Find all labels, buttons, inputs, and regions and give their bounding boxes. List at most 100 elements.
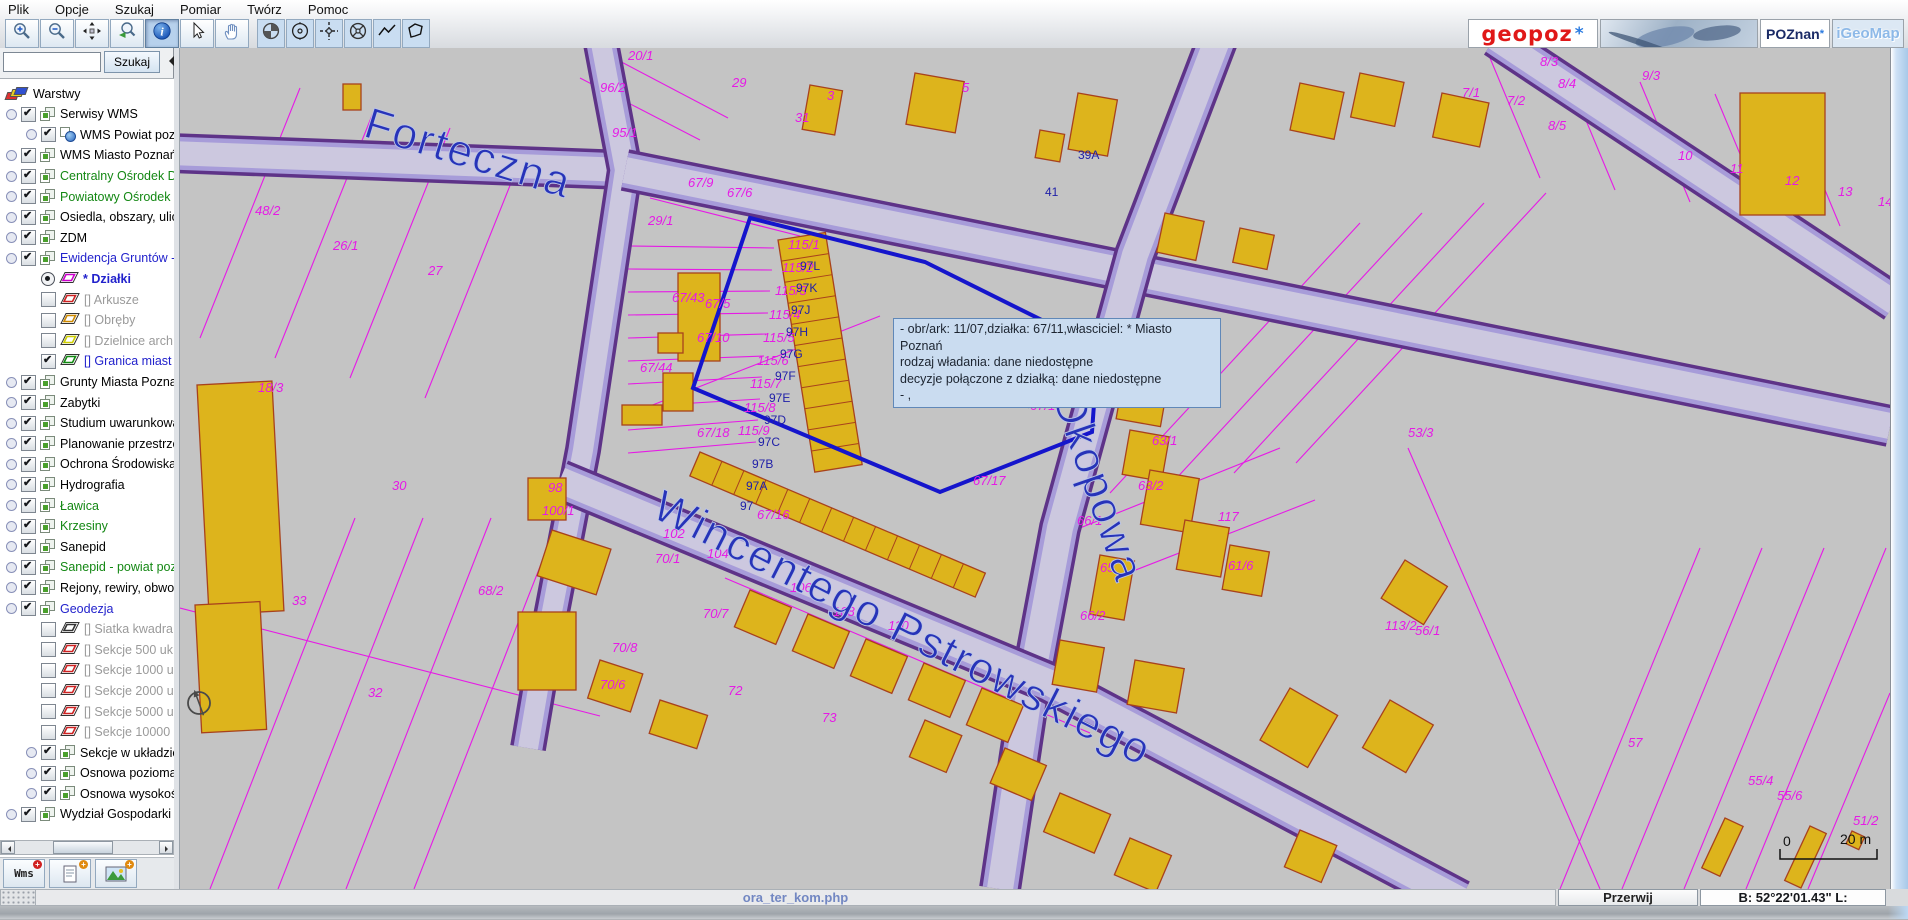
- expand-handle-icon[interactable]: [26, 788, 37, 799]
- layer-checkbox[interactable]: [21, 457, 36, 472]
- expand-handle-icon[interactable]: [6, 459, 17, 470]
- layer-dzielnice-arch[interactable]: [] Dzielnice arch: [0, 331, 174, 352]
- hand-pan-button[interactable]: [215, 19, 249, 48]
- layer-osnowa-pozioma[interactable]: Osnowa pozioma: [0, 763, 174, 784]
- layer-sekcje-10000[interactable]: [] Sekcje 10000: [0, 722, 174, 743]
- select-cursor-button[interactable]: [180, 19, 214, 48]
- layer-działki[interactable]: * Działki: [0, 269, 174, 290]
- add-image-button[interactable]: +: [95, 859, 137, 888]
- search-input[interactable]: [3, 52, 101, 72]
- layer-centralny-ośrodek-do[interactable]: Centralny Ośrodek Do: [0, 166, 174, 187]
- add-wms-button[interactable]: Wms+: [3, 859, 45, 888]
- layer-checkbox[interactable]: [21, 560, 36, 575]
- layer-checkbox[interactable]: [21, 395, 36, 410]
- layer-tree-root[interactable]: Warstwy: [0, 83, 174, 104]
- expand-handle-icon[interactable]: [6, 438, 17, 449]
- expand-handle-icon[interactable]: [6, 603, 17, 614]
- layer-krzesiny[interactable]: Krzesiny: [0, 516, 174, 537]
- layer-checkbox[interactable]: [41, 642, 56, 657]
- layer-sanepid[interactable]: Sanepid: [0, 536, 174, 557]
- layer-checkbox[interactable]: [21, 148, 36, 163]
- menu-twórz[interactable]: Twórz: [245, 2, 284, 17]
- layer-wms-powiat-pozna[interactable]: WMS Powiat pozna: [0, 125, 174, 146]
- layer-checkbox[interactable]: [21, 519, 36, 534]
- layer-sekcje-w-układzie[interactable]: Sekcje w układzie: [0, 742, 174, 763]
- tree-horizontal-scrollbar[interactable]: [0, 840, 174, 855]
- layer-checkbox[interactable]: [41, 745, 56, 760]
- add-document-button[interactable]: +: [49, 859, 91, 888]
- quadrant-wheel-button[interactable]: [257, 19, 285, 48]
- layer-checkbox[interactable]: [21, 189, 36, 204]
- banner-image[interactable]: [1600, 19, 1758, 48]
- expand-handle-icon[interactable]: [26, 129, 37, 140]
- expand-handle-icon[interactable]: [6, 521, 17, 532]
- layer-checkbox[interactable]: [21, 375, 36, 390]
- layer-checkbox[interactable]: [41, 786, 56, 801]
- expand-handle-icon[interactable]: [6, 109, 17, 120]
- layer-granica-miast[interactable]: [] Granica miast: [0, 351, 174, 372]
- layer-wydział-gospodarki-k[interactable]: Wydział Gospodarki K: [0, 804, 174, 825]
- layer-osiedla-obszary-ulice[interactable]: Osiedla, obszary, ulice: [0, 207, 174, 228]
- map-viewport[interactable]: 48/226/12718/330333268/220/196/295/167/9…: [180, 48, 1890, 889]
- layer-planowanie-przestrzen[interactable]: Planowanie przestrzen: [0, 434, 174, 455]
- expand-handle-icon[interactable]: [6, 212, 17, 223]
- poznan-logo[interactable]: POZnan*: [1760, 19, 1830, 48]
- igeomap-logo[interactable]: iGeoMap: [1832, 19, 1904, 48]
- abort-button[interactable]: Przerwij: [1558, 889, 1698, 906]
- expand-handle-icon[interactable]: [26, 768, 37, 779]
- expand-handle-icon[interactable]: [6, 253, 17, 264]
- layer-arkusze[interactable]: [] Arkusze: [0, 289, 174, 310]
- scrollbar-thumb[interactable]: [53, 841, 113, 854]
- polyline-button[interactable]: [373, 19, 401, 48]
- menu-szukaj[interactable]: Szukaj: [113, 2, 156, 17]
- scroll-left-arrow[interactable]: [1, 841, 15, 854]
- sidebar-collapse-icon[interactable]: [164, 56, 174, 66]
- menu-pomoc[interactable]: Pomoc: [306, 2, 350, 17]
- layer-checkbox[interactable]: [21, 210, 36, 225]
- expand-handle-icon[interactable]: [6, 377, 17, 388]
- expand-handle-icon[interactable]: [6, 232, 17, 243]
- layer-checkbox[interactable]: [21, 230, 36, 245]
- wheel-spokes-button[interactable]: [344, 19, 372, 48]
- polygon-button[interactable]: [402, 19, 430, 48]
- layer-osnowa-wysokoś[interactable]: Osnowa wysokoś: [0, 784, 174, 805]
- layer-checkbox[interactable]: [21, 169, 36, 184]
- zoom-out-button[interactable]: [40, 19, 74, 48]
- crosshair-button[interactable]: [315, 19, 343, 48]
- layer-studium-uwarunkowa[interactable]: Studium uwarunkowa: [0, 413, 174, 434]
- layer-checkbox[interactable]: [21, 498, 36, 513]
- expand-handle-icon[interactable]: [6, 191, 17, 202]
- expand-handle-icon[interactable]: [6, 150, 17, 161]
- layer-checkbox[interactable]: [21, 107, 36, 122]
- info-button[interactable]: i: [145, 19, 179, 48]
- layer-rejony-rewiry-obwod[interactable]: Rejony, rewiry, obwod: [0, 578, 174, 599]
- layer-checkbox[interactable]: [41, 766, 56, 781]
- expand-handle-icon[interactable]: [6, 582, 17, 593]
- expand-handle-icon[interactable]: [6, 541, 17, 552]
- expand-handle-icon[interactable]: [6, 809, 17, 820]
- zoom-previous-button[interactable]: [110, 19, 144, 48]
- layer-powiatowy-ośrodek-d[interactable]: Powiatowy Ośrodek D: [0, 186, 174, 207]
- layer-siatka-kwadra[interactable]: [] Siatka kwadra: [0, 619, 174, 640]
- layer-checkbox[interactable]: [41, 354, 56, 369]
- expand-handle-icon[interactable]: [6, 171, 17, 182]
- layer-checkbox[interactable]: [41, 704, 56, 719]
- layer-checkbox[interactable]: [21, 580, 36, 595]
- expand-handle-icon[interactable]: [6, 397, 17, 408]
- layer-checkbox[interactable]: [41, 292, 56, 307]
- layer-checkbox[interactable]: [41, 622, 56, 637]
- layer-sekcje-5000-u[interactable]: [] Sekcje 5000 u: [0, 701, 174, 722]
- circle-point-button[interactable]: [286, 19, 314, 48]
- layer-ewidencja-gruntów-s[interactable]: Ewidencja Gruntów - s: [0, 248, 174, 269]
- geopoz-logo[interactable]: geopoz*: [1468, 19, 1598, 48]
- layer-geodezja[interactable]: Geodezja: [0, 598, 174, 619]
- scrollbar-track[interactable]: [15, 841, 159, 854]
- layer-checkbox[interactable]: [41, 683, 56, 698]
- layer-wms-miasto-poznań[interactable]: WMS Miasto Poznań: [0, 145, 174, 166]
- layer-sekcje-2000-u[interactable]: [] Sekcje 2000 u: [0, 681, 174, 702]
- scroll-right-arrow[interactable]: [159, 841, 173, 854]
- layer-checkbox[interactable]: [41, 333, 56, 348]
- layer-ochrona-środowiska[interactable]: Ochrona Środowiska: [0, 454, 174, 475]
- expand-handle-icon[interactable]: [6, 500, 17, 511]
- search-button[interactable]: Szukaj: [104, 51, 160, 73]
